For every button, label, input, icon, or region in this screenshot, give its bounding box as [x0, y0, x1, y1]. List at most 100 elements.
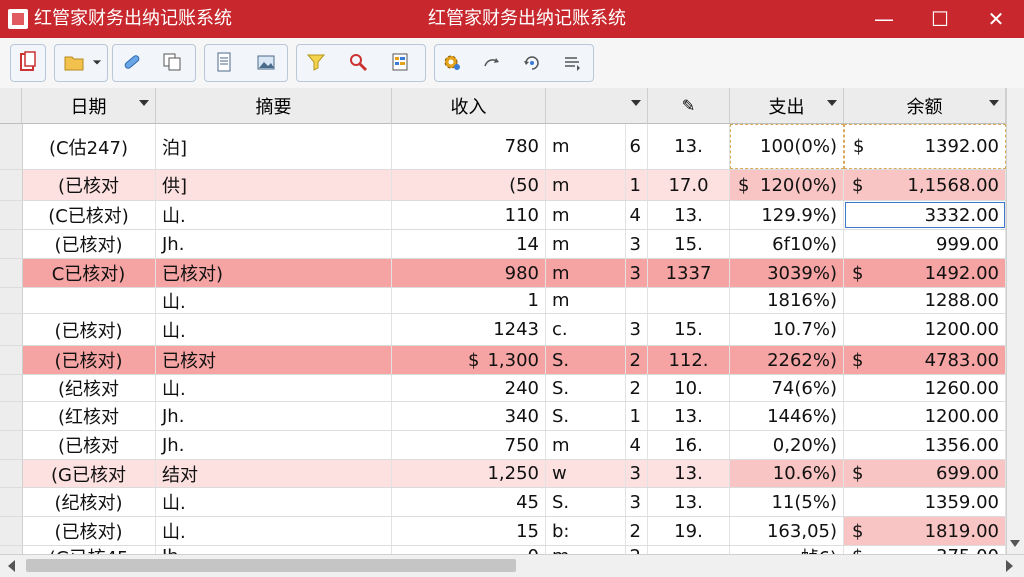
table-cell-c6[interactable]: 1337 — [648, 259, 730, 287]
chevron-down-icon[interactable] — [989, 100, 999, 106]
table-row[interactable]: (纪核对 山. 240 S. 2 10. 74(6%) 1260.00 — [0, 375, 1024, 402]
column-header-balance[interactable]: 余额 — [844, 88, 1006, 124]
table-cell-c6[interactable] — [648, 288, 730, 313]
table-cell-expense[interactable]: 3039%) — [730, 259, 844, 287]
table-cell-income[interactable]: 780 — [392, 124, 546, 169]
attach-icon[interactable] — [116, 44, 148, 80]
table-cell-income[interactable]: 340 — [392, 402, 546, 430]
table-cell-income[interactable]: 240 — [392, 375, 546, 401]
table-cell-balance[interactable]: 999.00 — [844, 230, 1006, 258]
table-cell-income[interactable]: 15 — [392, 517, 546, 545]
open-folder-icon[interactable] — [58, 44, 90, 80]
scroll-down-icon[interactable] — [1010, 540, 1020, 547]
table-cell-date[interactable]: (C已核对) — [22, 201, 156, 229]
table-cell-balance[interactable]: 1200.00 — [844, 402, 1006, 430]
table-cell-expense[interactable]: 163,05) — [730, 517, 844, 545]
table-cell-balance[interactable]: $1,1568.00 — [844, 170, 1006, 200]
table-cell-c5[interactable]: 3 — [626, 314, 648, 345]
table-cell-balance[interactable]: $1392.00 — [844, 124, 1006, 169]
minimize-button[interactable]: — — [856, 0, 912, 38]
row-selector[interactable] — [0, 460, 23, 487]
document-icon[interactable] — [208, 44, 240, 80]
table-cell-c4[interactable]: m — [546, 170, 626, 200]
table-row[interactable]: (G已核对 结对 1,250 w 3 13. 10.6%) $699.00 — [0, 460, 1024, 488]
column-header-4[interactable] — [546, 88, 648, 124]
table-cell-c6[interactable]: 112. — [648, 346, 730, 374]
table-row[interactable]: (已核对) 山. 15 b: 2 19. 163,05) $1819.00 — [0, 517, 1024, 546]
table-cell-summary[interactable]: 泊] — [156, 124, 392, 169]
chevron-down-icon[interactable] — [88, 44, 106, 80]
table-cell-income[interactable]: 980 — [392, 259, 546, 287]
table-cell-c4[interactable]: c. — [546, 314, 626, 345]
scroll-left-icon[interactable] — [8, 560, 15, 572]
table-cell-c4[interactable]: m — [546, 230, 626, 258]
table-cell-date[interactable]: (已核对 — [22, 431, 156, 459]
table-cell-income[interactable]: 1,250 — [392, 460, 546, 487]
table-cell-expense[interactable]: $120(0%) — [730, 170, 844, 200]
table-cell-date[interactable]: (纪核对 — [22, 375, 156, 401]
table-row[interactable]: (已核对) 山. 1243 c. 3 15. 10.7%) 1200.00 — [0, 314, 1024, 346]
table-cell-c4[interactable]: S. — [546, 488, 626, 516]
table-cell-c4[interactable]: m — [546, 259, 626, 287]
row-selector[interactable] — [0, 314, 23, 345]
chevron-down-icon[interactable] — [139, 100, 149, 106]
table-cell-summary[interactable]: 山. — [156, 488, 392, 516]
table-cell-c6[interactable]: 17.0 — [648, 170, 730, 200]
table-cell-income[interactable]: 750 — [392, 431, 546, 459]
table-cell-income[interactable]: 45 — [392, 488, 546, 516]
table-cell-summary[interactable]: 结对 — [156, 460, 392, 487]
row-selector[interactable] — [0, 517, 23, 545]
chevron-down-icon[interactable] — [631, 100, 641, 106]
table-cell-date[interactable]: (已核对) — [22, 230, 156, 258]
sort-icon[interactable] — [556, 44, 588, 80]
table-row[interactable]: (已核对) 已核对 $1,300 S. 2 112. 2262%) $4783.00 — [0, 346, 1024, 375]
maximize-button[interactable]: ☐ — [912, 0, 968, 38]
row-selector[interactable] — [0, 230, 23, 258]
table-cell-date[interactable]: (红核对 — [22, 402, 156, 430]
table-cell-c4[interactable]: b: — [546, 517, 626, 545]
redo-icon[interactable] — [476, 44, 508, 80]
table-cell-date[interactable]: (C估247) — [22, 124, 156, 169]
table-cell-c5[interactable]: 4 — [626, 201, 648, 229]
table-cell-c4[interactable]: m — [546, 124, 626, 169]
table-cell-c5[interactable]: 2 — [626, 517, 648, 545]
table-cell-c4[interactable]: S. — [546, 346, 626, 374]
table-cell-summary[interactable]: 已核对 — [156, 346, 392, 374]
table-row[interactable]: (红核对 Jh. 340 S. 1 13. 1446%) 1200.00 — [0, 402, 1024, 431]
table-cell-summary[interactable]: 山. — [156, 314, 392, 345]
horizontal-scroll-thumb[interactable] — [26, 559, 516, 572]
table-cell-balance[interactable]: $4783.00 — [844, 346, 1006, 374]
table-cell-date[interactable]: (已核对 — [22, 170, 156, 200]
grid-report-icon[interactable] — [384, 44, 416, 80]
table-cell-date[interactable]: (纪核对) — [22, 488, 156, 516]
row-selector[interactable] — [0, 375, 23, 401]
filter-icon[interactable] — [300, 44, 332, 80]
table-cell-income[interactable]: $1,300 — [392, 346, 546, 374]
table-cell-date[interactable]: (已核对) — [22, 517, 156, 545]
row-selector[interactable] — [0, 201, 23, 229]
row-selector[interactable] — [0, 259, 23, 287]
table-cell-balance[interactable]: $1819.00 — [844, 517, 1006, 545]
table-cell-balance[interactable]: 1260.00 — [844, 375, 1006, 401]
table-cell-income[interactable]: 14 — [392, 230, 546, 258]
table-cell-c6[interactable]: 13. — [648, 402, 730, 430]
table-cell-income[interactable]: 1243 — [392, 314, 546, 345]
table-cell-c4[interactable]: m — [546, 288, 626, 313]
table-cell-c5[interactable] — [626, 288, 648, 313]
close-button[interactable]: ✕ — [968, 0, 1024, 38]
table-cell-c4[interactable]: m — [546, 431, 626, 459]
table-cell-date[interactable]: (G已核对 — [22, 460, 156, 487]
column-header-summary[interactable]: 摘要 — [156, 88, 392, 124]
table-cell-c5[interactable]: 3 — [626, 460, 648, 487]
copy-icon[interactable] — [156, 44, 188, 80]
table-cell-c4[interactable]: w — [546, 460, 626, 487]
table-cell-summary[interactable]: 山. — [156, 375, 392, 401]
table-cell-income[interactable]: (50 — [392, 170, 546, 200]
table-cell-balance[interactable]: 1200.00 — [844, 314, 1006, 345]
new-doc-icon[interactable] — [12, 44, 44, 80]
image-icon[interactable] — [250, 44, 282, 80]
table-cell-expense[interactable]: 10.6%) — [730, 460, 844, 487]
row-selector[interactable] — [0, 488, 23, 516]
settings-icon[interactable] — [436, 44, 468, 80]
table-row[interactable]: C已核对) 已核对) 980 m 3 1337 3039%) $1492.00 — [0, 259, 1024, 288]
